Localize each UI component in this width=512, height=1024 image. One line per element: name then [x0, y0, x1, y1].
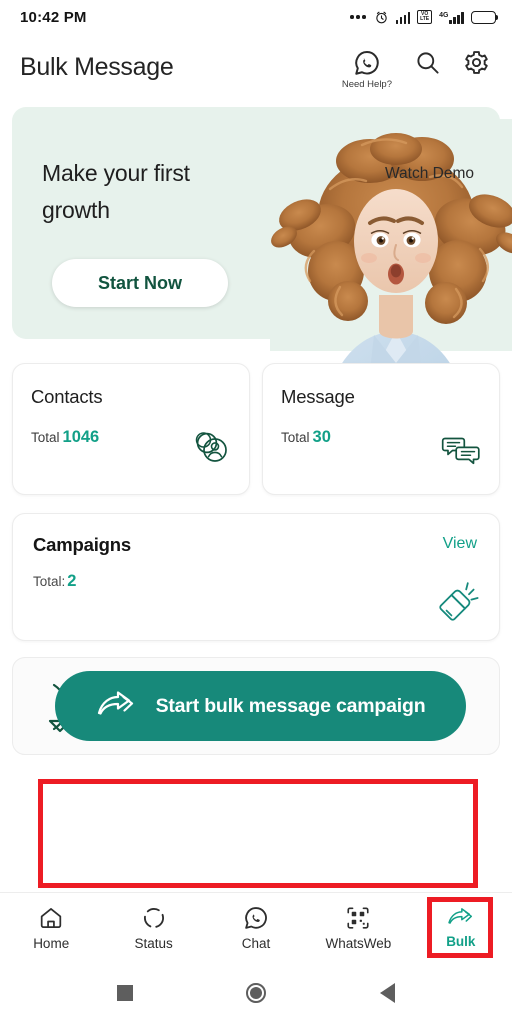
watch-demo-link[interactable]: Watch Demo: [385, 165, 474, 183]
double-arrow-icon: [448, 907, 473, 924]
campaigns-title: Campaigns: [33, 534, 131, 555]
app-header: Bulk Message Need Help?: [0, 34, 512, 100]
header-actions: Need Help?: [342, 45, 490, 90]
network-type-label: 4G: [439, 11, 449, 19]
status-time: 10:42 PM: [20, 8, 87, 26]
double-arrow-icon: [97, 691, 133, 715]
contacts-total-label: Total: [31, 430, 60, 445]
message-total-value: 30: [312, 428, 331, 446]
campaigns-total-value: 2: [67, 572, 77, 590]
more-dots-icon: [350, 15, 366, 19]
megaphone-icon: [435, 581, 479, 626]
chat-bubbles-icon: [441, 433, 481, 472]
volte-line-2: LTE: [420, 16, 430, 23]
campaigns-total-label: Total:: [33, 574, 66, 589]
nav-label-status: Status: [134, 935, 173, 951]
start-bulk-message-campaign-button[interactable]: Start bulk message campaign: [55, 671, 466, 741]
recents-square-icon[interactable]: [116, 985, 133, 1001]
need-help-button[interactable]: Need Help?: [342, 49, 392, 90]
home-circle-icon[interactable]: [246, 983, 267, 1003]
main-content: Make your first growth Watch Demo Start …: [0, 107, 512, 755]
gear-icon: [465, 50, 488, 74]
signal-bars-icon: [395, 11, 411, 24]
qr-code-icon: [347, 906, 369, 929]
bottom-navigation-bar: Home Status Chat WhatsWeb Bulk: [0, 892, 512, 962]
nav-item-whatsweb[interactable]: WhatsWeb: [307, 905, 409, 951]
message-card[interactable]: Message Total 30: [262, 363, 500, 495]
contacts-total-value: 1046: [62, 428, 100, 446]
page-title: Bulk Message: [20, 52, 174, 81]
promo-title: Make your first growth: [42, 160, 190, 223]
start-now-button[interactable]: Start Now: [52, 259, 228, 307]
volte-icon: VO LTE: [417, 10, 433, 24]
4g-signal-icon: 4G: [439, 11, 464, 24]
search-button[interactable]: [414, 49, 441, 81]
whatsapp-help-icon: [355, 50, 379, 75]
battery-icon: [471, 10, 499, 24]
need-help-label: Need Help?: [341, 78, 392, 90]
back-triangle-icon[interactable]: [380, 983, 396, 1003]
cta-zone: Start bulk message campaign: [12, 657, 500, 755]
whatsapp-chat-icon: [245, 906, 267, 929]
android-system-nav: [0, 962, 512, 1024]
contacts-icon: [191, 427, 231, 472]
nav-item-chat[interactable]: Chat: [205, 905, 307, 951]
status-ring-icon: [143, 907, 164, 928]
cta-highlight-annotation: [38, 779, 478, 888]
home-icon: [41, 907, 62, 928]
campaigns-total: Total: 2: [33, 572, 479, 591]
nav-item-home[interactable]: Home: [0, 905, 102, 951]
alarm-icon: [375, 11, 387, 23]
status-icon-group: VO LTE 4G: [350, 10, 499, 25]
nav-item-status[interactable]: Status: [102, 905, 204, 951]
nav-label-bulk: Bulk: [446, 933, 476, 949]
message-total-label: Total: [281, 430, 310, 445]
message-card-title: Message: [281, 386, 355, 407]
campaigns-view-link[interactable]: View: [443, 535, 477, 553]
cta-label: Start bulk message campaign: [155, 694, 426, 717]
promo-banner-wrapper: Make your first growth Watch Demo Start …: [12, 107, 512, 439]
stat-card-row: Contacts Total 1046 Message Total 30: [12, 363, 500, 495]
nav-label-chat: Chat: [241, 935, 271, 951]
nav-item-bulk[interactable]: Bulk: [410, 907, 512, 949]
contacts-card[interactable]: Contacts Total 1046: [12, 363, 250, 495]
nav-label-whatsweb: WhatsWeb: [325, 935, 392, 951]
status-bar: 10:42 PM VO LTE 4G: [0, 0, 512, 34]
settings-button[interactable]: [463, 49, 490, 81]
search-icon: [417, 51, 439, 74]
nav-label-home: Home: [33, 935, 70, 951]
campaigns-card[interactable]: Campaigns View Total: 2: [12, 513, 500, 641]
contacts-card-title: Contacts: [31, 386, 103, 407]
